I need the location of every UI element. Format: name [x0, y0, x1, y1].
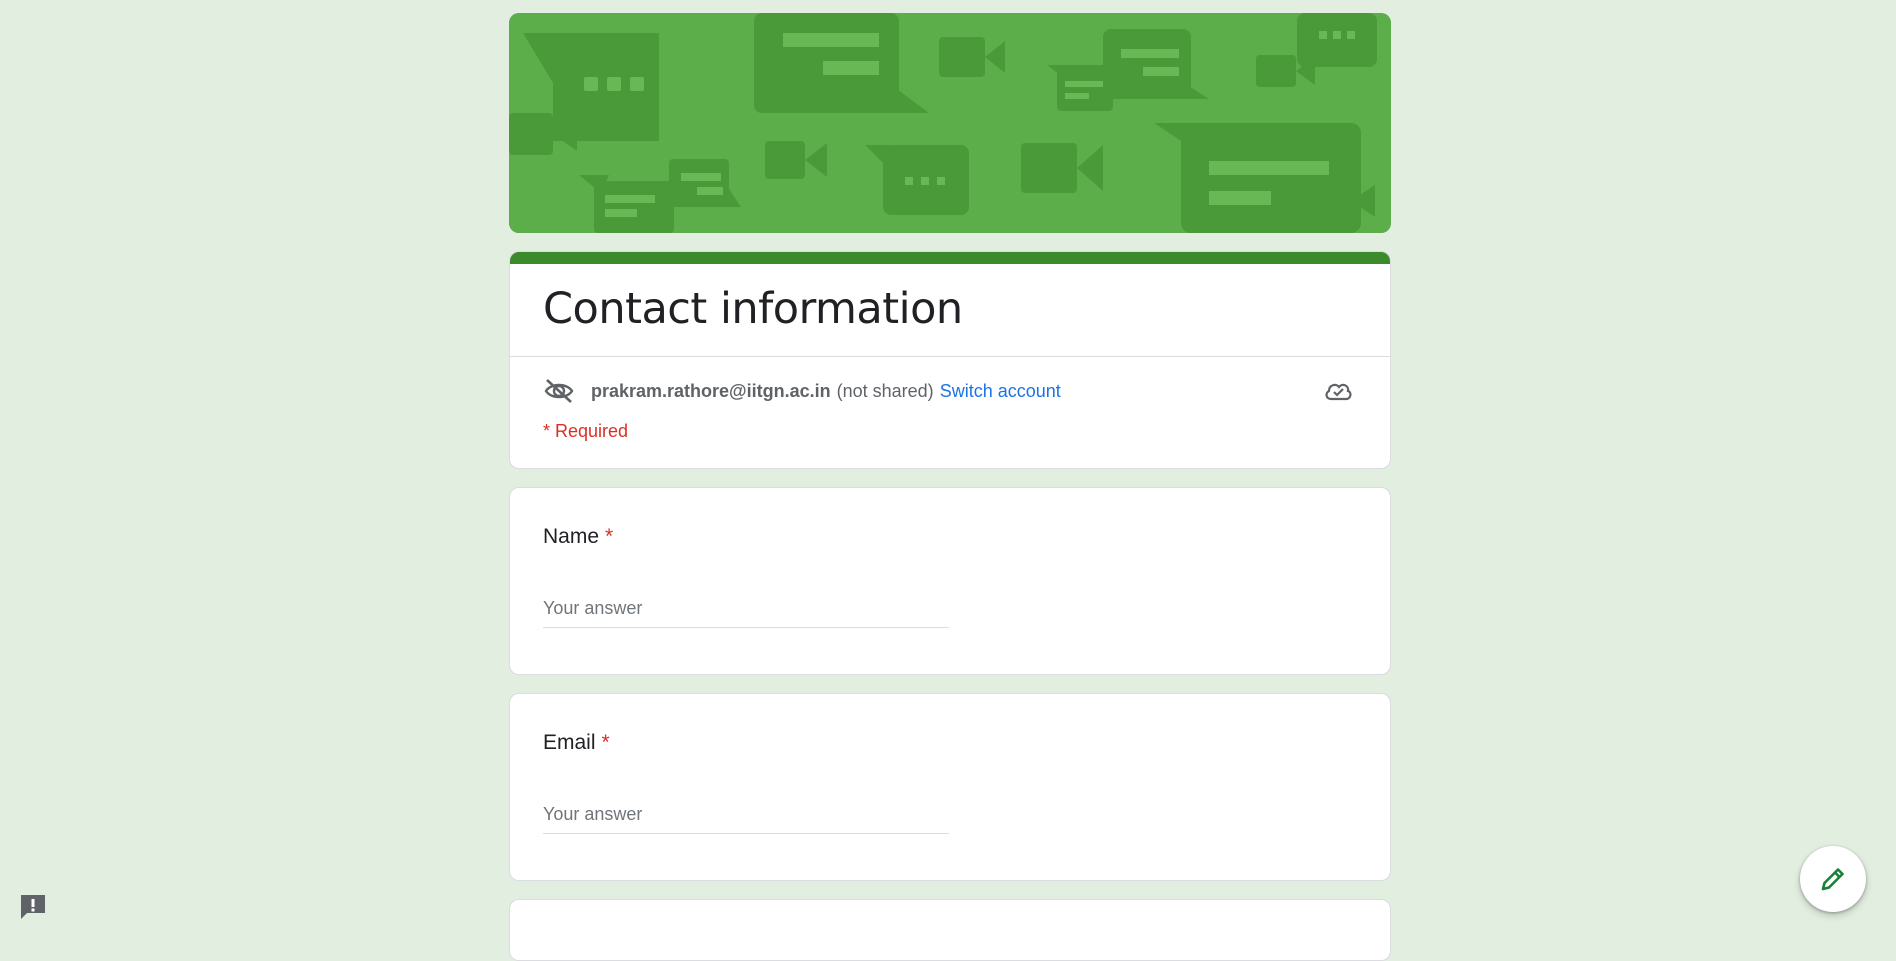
edit-fab-button[interactable] [1800, 846, 1866, 912]
header-banner-image [509, 13, 1391, 233]
question-card-partial [509, 899, 1391, 961]
report-issue-icon [21, 895, 45, 919]
account-email: prakram.rathore@iitgn.ac.in [591, 380, 831, 401]
required-asterisk: * [605, 525, 614, 548]
question-card-email: Email * [509, 693, 1391, 881]
account-not-shared-note: (not shared) [836, 380, 934, 401]
question-card-name: Name * [509, 487, 1391, 675]
form-title: Contact information [543, 284, 963, 334]
account-row: prakram.rathore@iitgn.ac.in (not shared)… [510, 357, 1390, 407]
form-header-card: Contact information prakram.rathore@iitg… [509, 251, 1391, 469]
email-input[interactable] [543, 804, 949, 834]
name-input[interactable] [543, 598, 949, 628]
form-column: Contact information prakram.rathore@iitg… [509, 13, 1391, 961]
accent-bar [510, 252, 1390, 264]
report-issue-button[interactable] [18, 892, 48, 922]
required-note: * Required [543, 421, 629, 441]
required-asterisk: * [601, 731, 610, 754]
visibility-off-icon [544, 379, 574, 403]
pencil-edit-icon [1821, 868, 1844, 891]
switch-account-link[interactable]: Switch account [940, 381, 1061, 402]
question-label: Email * [543, 731, 610, 755]
question-title: Name [543, 525, 600, 548]
question-title: Email [543, 731, 596, 754]
question-label: Name * [543, 525, 613, 549]
cloud-done-icon [1325, 383, 1352, 401]
